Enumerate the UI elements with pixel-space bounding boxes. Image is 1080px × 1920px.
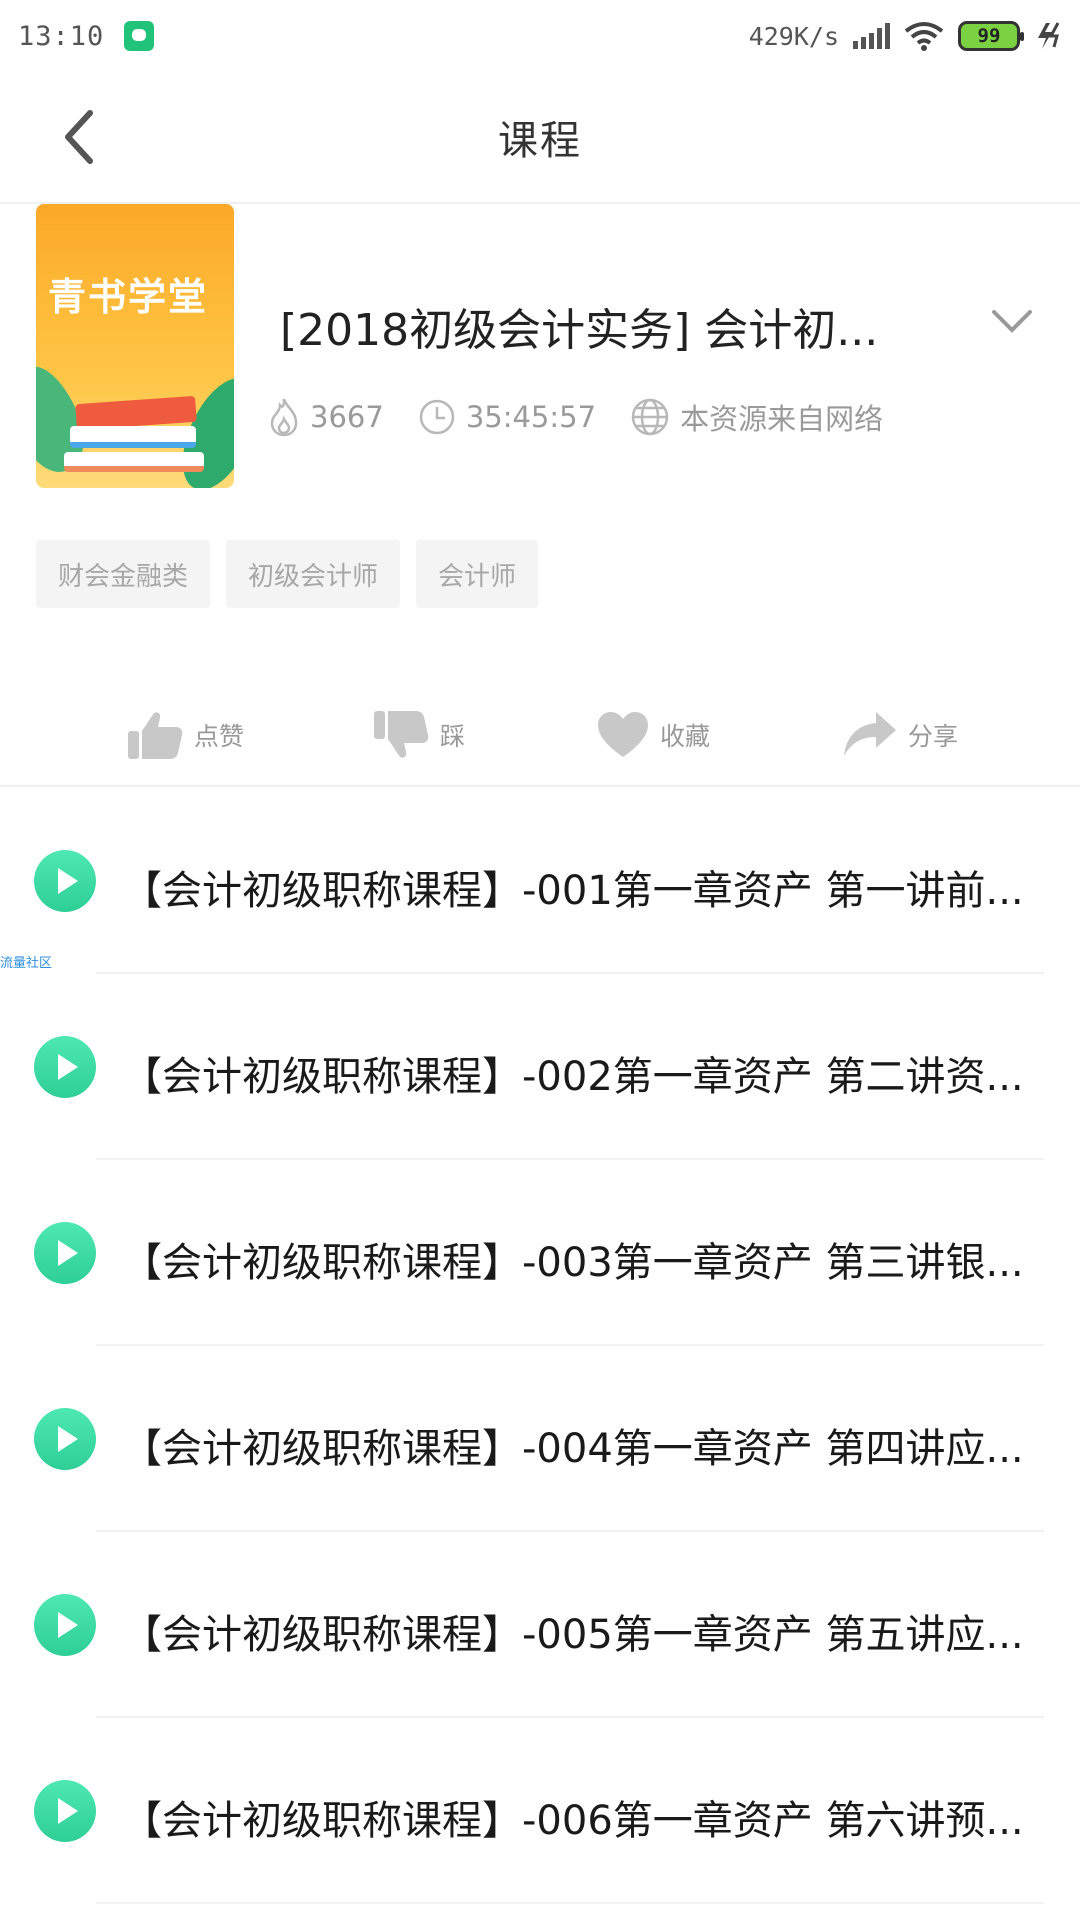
play-icon[interactable] bbox=[34, 1036, 96, 1098]
lesson-title: 【会计初级职称课程】-001第一章资产 第一讲前... bbox=[122, 868, 1022, 914]
back-chevron-icon bbox=[65, 110, 93, 164]
fire-icon bbox=[270, 398, 298, 437]
cover-book-decoration bbox=[75, 395, 197, 431]
favorite-label: 收藏 bbox=[660, 722, 711, 751]
lesson-title: 【会计初级职称课程】-005第一章资产 第五讲应... bbox=[122, 1612, 1022, 1658]
status-time: 13:10 bbox=[18, 20, 105, 52]
play-icon[interactable] bbox=[34, 850, 96, 912]
clock-icon bbox=[419, 399, 455, 435]
wifi-icon bbox=[904, 22, 944, 51]
navigation-bar: 课程 bbox=[0, 72, 1080, 204]
page-title: 课程 bbox=[498, 118, 582, 164]
lesson-item[interactable]: 【会计初级职称课程】-005第一章资产 第五讲应... bbox=[0, 1532, 1080, 1718]
course-tags: 财会金融类 初级会计师 会计师 bbox=[36, 540, 539, 608]
source-stat: 本资源来自网络 bbox=[630, 396, 883, 438]
thumbs-down-icon bbox=[374, 711, 429, 758]
favorite-button[interactable]: 收藏 bbox=[596, 680, 710, 790]
source-text: 本资源来自网络 bbox=[680, 402, 884, 436]
heart-icon bbox=[598, 712, 648, 757]
share-button[interactable]: 分享 bbox=[842, 680, 958, 790]
status-indicators: 429K/s 99 bbox=[749, 0, 1064, 72]
tag-chip[interactable]: 会计师 bbox=[416, 540, 539, 608]
signal-icon bbox=[853, 23, 890, 49]
section-divider bbox=[0, 785, 1080, 787]
lesson-title: 【会计初级职称课程】-003第一章资产 第三讲银... bbox=[122, 1240, 1022, 1286]
status-bar: 13:10 429K/s 99 bbox=[0, 0, 1080, 72]
share-arrow-icon bbox=[844, 712, 896, 756]
lesson-list: 【会计初级职称课程】-001第一章资产 第一讲前... 【会计初级职称课程】-0… bbox=[0, 788, 1080, 1904]
back-button[interactable] bbox=[48, 102, 108, 172]
globe-icon bbox=[631, 398, 669, 436]
course-header: 青书学堂 [2018初级会计实务] 会计初... 3667 35:45:57 本… bbox=[0, 204, 1080, 504]
lesson-title: 【会计初级职称课程】-006第一章资产 第六讲预... bbox=[122, 1798, 1022, 1844]
views-stat: 3667 bbox=[268, 397, 384, 437]
lesson-item[interactable]: 【会计初级职称课程】-006第一章资产 第六讲预... bbox=[0, 1718, 1080, 1904]
play-icon[interactable] bbox=[34, 1780, 96, 1842]
lesson-title: 【会计初级职称课程】-004第一章资产 第四讲应... bbox=[122, 1426, 1022, 1472]
battery-icon: 99 bbox=[958, 21, 1024, 51]
like-label: 点赞 bbox=[194, 722, 245, 751]
dislike-button[interactable]: 踩 bbox=[372, 680, 465, 790]
tag-chip[interactable]: 初级会计师 bbox=[226, 540, 401, 608]
tag-chip[interactable]: 财会金融类 bbox=[36, 540, 211, 608]
lesson-divider bbox=[96, 1902, 1044, 1904]
course-cover-image: 青书学堂 bbox=[36, 204, 234, 488]
expand-chevron-icon[interactable] bbox=[990, 302, 1034, 342]
duration-stat: 35:45:57 bbox=[418, 398, 596, 436]
lesson-item[interactable]: 【会计初级职称课程】-002第一章资产 第二讲资... bbox=[0, 974, 1080, 1160]
action-bar: 点赞 踩 收藏 分享 bbox=[0, 680, 1080, 790]
watermark-text: 流量社区 bbox=[0, 956, 53, 971]
lesson-item[interactable]: 【会计初级职称课程】-001第一章资产 第一讲前... bbox=[0, 788, 1080, 974]
like-button[interactable]: 点赞 bbox=[126, 680, 244, 790]
play-icon[interactable] bbox=[34, 1594, 96, 1656]
views-count: 3667 bbox=[310, 400, 384, 434]
duration-value: 35:45:57 bbox=[465, 400, 597, 434]
network-speed: 429K/s bbox=[748, 21, 839, 51]
app-notification-icon bbox=[124, 21, 155, 51]
lesson-item[interactable]: 【会计初级职称课程】-004第一章资产 第四讲应... bbox=[0, 1346, 1080, 1532]
lesson-item[interactable]: 【会计初级职称课程】-003第一章资产 第三讲银... bbox=[0, 1160, 1080, 1346]
course-meta: 3667 35:45:57 本资源来自网络 bbox=[268, 396, 917, 438]
play-icon[interactable] bbox=[34, 1222, 96, 1284]
play-icon[interactable] bbox=[34, 1408, 96, 1470]
lesson-title: 【会计初级职称课程】-002第一章资产 第二讲资... bbox=[122, 1054, 1022, 1100]
charging-icon bbox=[1038, 22, 1060, 49]
cover-book-decoration bbox=[70, 426, 196, 448]
thumbs-up-icon bbox=[128, 712, 183, 759]
cover-book-decoration bbox=[64, 452, 204, 472]
cover-text: 青书学堂 bbox=[48, 275, 209, 319]
course-title: [2018初级会计实务] 会计初... bbox=[280, 305, 879, 356]
share-label: 分享 bbox=[908, 722, 959, 751]
dislike-label: 踩 bbox=[440, 722, 466, 751]
